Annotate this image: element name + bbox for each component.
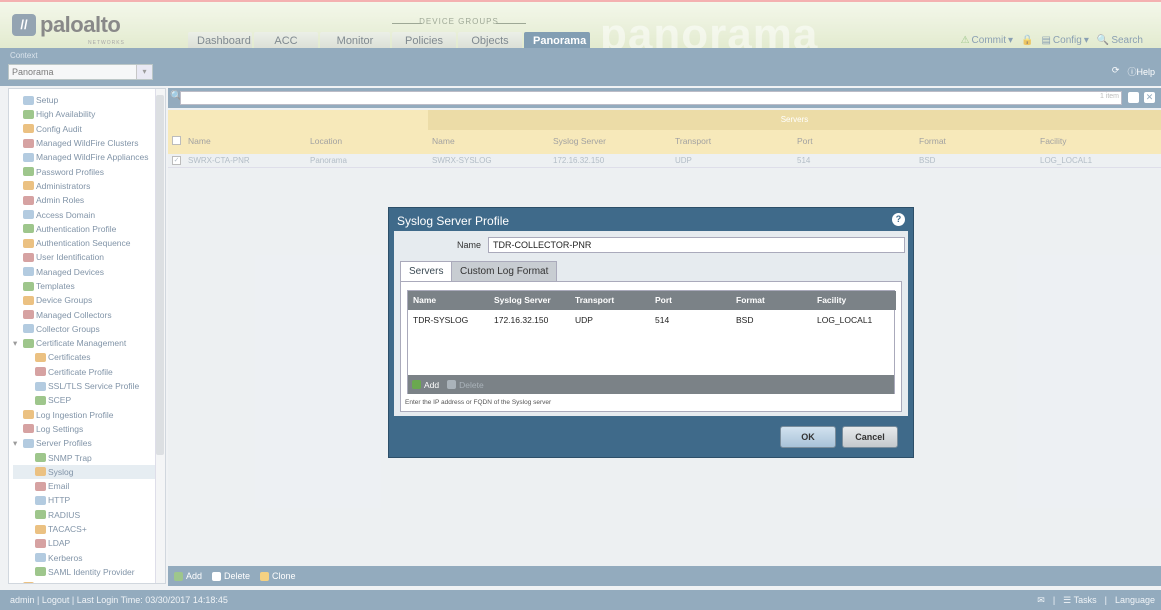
ok-button[interactable]: OK bbox=[780, 426, 836, 448]
dialog-title: Syslog Server Profile bbox=[397, 214, 510, 228]
profile-name-input[interactable]: TDR-COLLECTOR-PNR bbox=[488, 237, 905, 253]
col-format[interactable]: Format bbox=[736, 295, 765, 305]
col-syslog-server[interactable]: Syslog Server bbox=[494, 295, 551, 305]
add-icon bbox=[412, 380, 421, 389]
dialog-body: Name TDR-COLLECTOR-PNR Servers Custom Lo… bbox=[394, 231, 908, 416]
cancel-button[interactable]: Cancel bbox=[842, 426, 898, 448]
col-transport[interactable]: Transport bbox=[575, 295, 614, 305]
add-server-button[interactable]: Add bbox=[412, 380, 439, 390]
cell-name[interactable]: TDR-SYSLOG bbox=[413, 315, 468, 325]
servers-table-header: Name Syslog Server Transport Port Format… bbox=[408, 291, 896, 310]
servers-table-footer: Add Delete bbox=[408, 375, 894, 394]
cell-facility: LOG_LOCAL1 bbox=[817, 315, 873, 325]
col-name[interactable]: Name bbox=[413, 295, 436, 305]
tab-servers[interactable]: Servers bbox=[400, 261, 453, 281]
cell-port: 514 bbox=[655, 315, 670, 325]
tab-custom-log-format[interactable]: Custom Log Format bbox=[451, 261, 558, 281]
servers-hint: Enter the IP address or FQDN of the Sysl… bbox=[405, 399, 552, 406]
syslog-server-profile-dialog: Syslog Server Profile ? Name TDR-COLLECT… bbox=[388, 207, 914, 458]
cell-format: BSD bbox=[736, 315, 754, 325]
servers-table: Name Syslog Server Transport Port Format… bbox=[407, 290, 896, 394]
col-facility[interactable]: Facility bbox=[817, 295, 846, 305]
cell-syslog-server: 172.16.32.150 bbox=[494, 315, 549, 325]
name-label: Name bbox=[457, 240, 482, 250]
help-icon[interactable]: ? bbox=[892, 213, 905, 226]
servers-panel: Name Syslog Server Transport Port Format… bbox=[400, 281, 902, 412]
col-port[interactable]: Port bbox=[655, 295, 672, 305]
cell-transport: UDP bbox=[575, 315, 593, 325]
delete-server-button[interactable]: Delete bbox=[447, 380, 484, 390]
delete-icon bbox=[447, 380, 457, 389]
